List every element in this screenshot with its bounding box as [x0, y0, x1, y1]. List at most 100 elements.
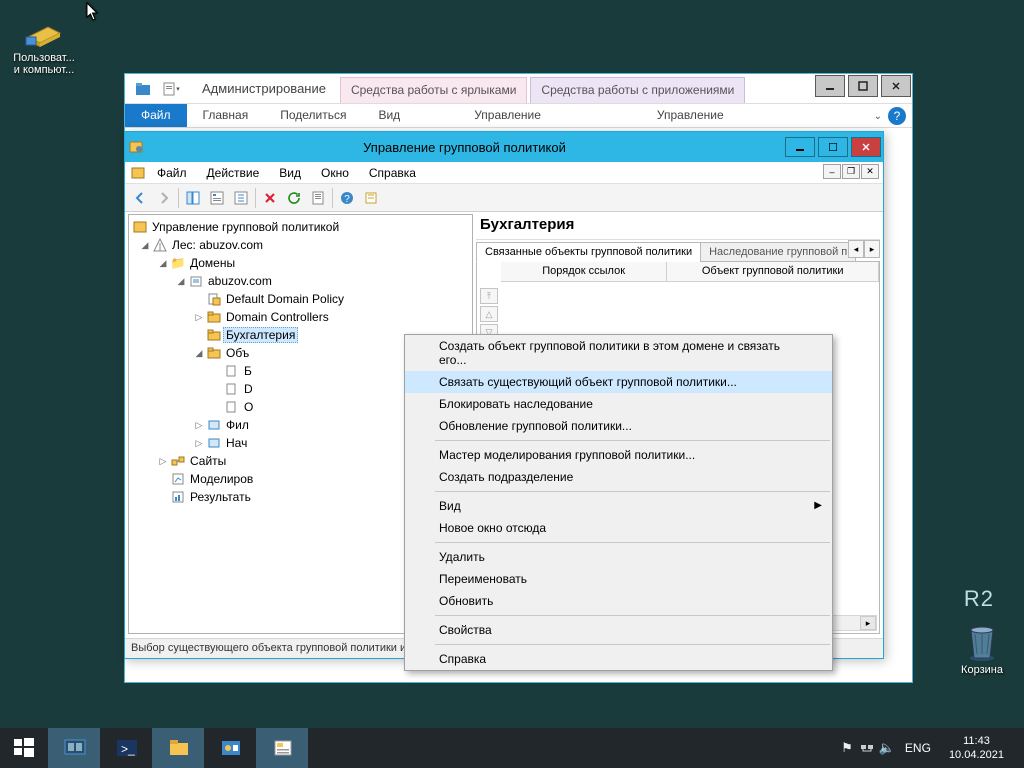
- system-tray: ⚑ 🔈 ENG 11:43 10.04.2021: [837, 728, 1024, 768]
- recycle-bin[interactable]: Корзина: [944, 622, 1020, 676]
- taskbar-powershell[interactable]: >_: [100, 728, 152, 768]
- expand-icon[interactable]: ▷: [193, 438, 205, 449]
- taskbar-gpmc[interactable]: [256, 728, 308, 768]
- gpo-icon: [223, 364, 241, 378]
- context-menu-item[interactable]: Справка: [405, 648, 832, 670]
- collapse-icon[interactable]: ◢: [157, 258, 169, 269]
- context-menu-item[interactable]: Обновить: [405, 590, 832, 612]
- gpmc-titlebar[interactable]: Управление групповой политикой: [125, 132, 883, 162]
- context-menu-item[interactable]: Мастер моделирования групповой политики.…: [405, 444, 832, 466]
- menu-window[interactable]: Окно: [311, 164, 359, 182]
- scroll-right-icon[interactable]: ▸: [860, 616, 876, 630]
- mdi-restore-button[interactable]: ❐: [842, 164, 860, 179]
- context-menu-item[interactable]: Переименовать: [405, 568, 832, 590]
- menu-help[interactable]: Справка: [359, 164, 426, 182]
- tab-scroll-right-icon[interactable]: ▸: [864, 240, 880, 258]
- menu-file[interactable]: Файл: [147, 164, 197, 182]
- maximize-button[interactable]: [848, 75, 878, 97]
- explorer-icon[interactable]: [130, 78, 156, 100]
- collapse-icon[interactable]: ◢: [139, 240, 151, 251]
- context-menu-item[interactable]: Создать подразделение: [405, 466, 832, 488]
- context-menu-item[interactable]: Удалить: [405, 546, 832, 568]
- gpmc-toolbar: ?: [125, 184, 883, 212]
- context-menu-item[interactable]: Блокировать наследование: [405, 393, 832, 415]
- forward-icon[interactable]: [152, 186, 176, 210]
- expand-icon[interactable]: ▷: [193, 312, 205, 323]
- show-tree-icon[interactable]: [181, 186, 205, 210]
- context-tab-apps[interactable]: Средства работы с приложениями: [530, 77, 745, 103]
- options-icon[interactable]: [229, 186, 253, 210]
- qat-properties-icon[interactable]: ▾: [158, 78, 184, 100]
- start-button[interactable]: [0, 728, 48, 768]
- mdi-close-button[interactable]: ✕: [861, 164, 879, 179]
- tray-volume-icon[interactable]: 🔈: [877, 740, 897, 756]
- language-indicator[interactable]: ENG: [897, 741, 939, 755]
- ribbon-tab-home[interactable]: Главная: [187, 104, 265, 127]
- move-up-icon[interactable]: △: [480, 306, 498, 322]
- modeling-icon: [169, 472, 187, 486]
- expand-icon[interactable]: ▷: [193, 420, 205, 431]
- back-icon[interactable]: [128, 186, 152, 210]
- taskbar-control-panel[interactable]: [204, 728, 256, 768]
- clock[interactable]: 11:43 10.04.2021: [939, 732, 1014, 764]
- tree-root[interactable]: Управление групповой политикой: [129, 218, 472, 236]
- taskbar-explorer[interactable]: [152, 728, 204, 768]
- gpmc-close-button[interactable]: [851, 137, 881, 157]
- admin-title: Администрирование: [192, 74, 340, 103]
- menu-action[interactable]: Действие: [197, 164, 270, 182]
- tray-network-icon[interactable]: [857, 739, 877, 758]
- taskbar-server-manager[interactable]: [48, 728, 100, 768]
- context-menu[interactable]: Создать объект групповой политики в этом…: [404, 334, 833, 671]
- context-menu-item[interactable]: Новое окно отсюда: [405, 517, 832, 539]
- help-toolbar-icon[interactable]: ?: [335, 186, 359, 210]
- tree-forest[interactable]: ◢Лес: abuzov.com: [129, 236, 472, 254]
- gpmc-maximize-button[interactable]: [818, 137, 848, 157]
- ribbon-tab-manage2[interactable]: Управление: [641, 104, 740, 127]
- gpmc-minimize-button[interactable]: [785, 137, 815, 157]
- tree-domain-controllers[interactable]: ▷Domain Controllers: [129, 308, 472, 326]
- collapse-icon[interactable]: ◢: [175, 276, 187, 287]
- mdi-minimize-button[interactable]: –: [823, 164, 841, 179]
- context-menu-item[interactable]: Связать существующий объект групповой по…: [405, 371, 832, 393]
- tray-flag-icon[interactable]: ⚑: [837, 740, 857, 756]
- context-menu-item[interactable]: Обновление групповой политики...: [405, 415, 832, 437]
- sites-icon: [169, 454, 187, 468]
- col-link-order[interactable]: Порядок ссылок: [501, 262, 667, 281]
- detail-heading: Бухгалтерия: [476, 214, 880, 240]
- menu-separator: [435, 615, 830, 616]
- menu-view[interactable]: Вид: [269, 164, 311, 182]
- tab-inheritance[interactable]: Наследование групповой п: [700, 242, 856, 262]
- delete-icon[interactable]: [258, 186, 282, 210]
- tree-domain[interactable]: ◢abuzov.com: [129, 272, 472, 290]
- help-icon[interactable]: ?: [888, 107, 906, 125]
- refresh-icon[interactable]: [282, 186, 306, 210]
- col-gpo[interactable]: Объект групповой политики: [667, 262, 879, 281]
- tab-scroll-left-icon[interactable]: ◂: [848, 240, 864, 258]
- admin-titlebar[interactable]: ▾ Администрирование Средства работы с яр…: [125, 74, 912, 104]
- wmi-icon: [205, 418, 223, 432]
- gpo-icon: [223, 400, 241, 414]
- expand-icon[interactable]: ▷: [157, 456, 169, 467]
- context-tab-shortcuts[interactable]: Средства работы с ярлыками: [340, 77, 527, 103]
- detail-pane-icon[interactable]: [205, 186, 229, 210]
- context-menu-item[interactable]: Вид▶: [405, 495, 832, 517]
- ribbon-tab-view[interactable]: Вид: [362, 104, 416, 127]
- tree-domains[interactable]: ◢📁Домены: [129, 254, 472, 272]
- tab-linked-gpo[interactable]: Связанные объекты групповой политики: [476, 242, 701, 262]
- filter-icon[interactable]: [359, 186, 383, 210]
- close-button[interactable]: [881, 75, 911, 97]
- ribbon-tab-share[interactable]: Поделиться: [264, 104, 362, 127]
- menu-separator: [435, 542, 830, 543]
- ribbon-tab-manage1[interactable]: Управление: [458, 104, 557, 127]
- detail-tabstrip: Связанные объекты групповой политики Нас…: [476, 240, 880, 262]
- context-menu-item[interactable]: Создать объект групповой политики в этом…: [405, 335, 832, 371]
- minimize-button[interactable]: [815, 75, 845, 97]
- ribbon-tab-file[interactable]: Файл: [125, 104, 187, 127]
- tree-default-domain-policy[interactable]: Default Domain Policy: [129, 290, 472, 308]
- properties-icon[interactable]: [306, 186, 330, 210]
- context-menu-item[interactable]: Свойства: [405, 619, 832, 641]
- move-top-icon[interactable]: ⤒: [480, 288, 498, 304]
- users-computers-shortcut[interactable]: Пользоват... и компьют...: [6, 10, 82, 76]
- collapse-icon[interactable]: ◢: [193, 348, 205, 359]
- ribbon-collapse-icon[interactable]: ⌄: [874, 111, 882, 122]
